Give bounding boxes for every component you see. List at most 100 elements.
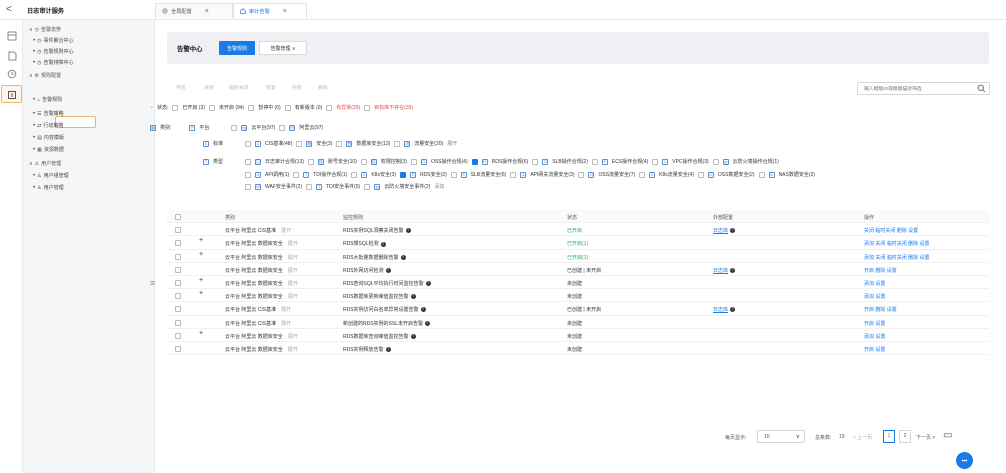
restore-button[interactable]: 恢复 bbox=[266, 84, 276, 91]
row-operations[interactable]: 添加 设置 bbox=[864, 280, 885, 287]
row-checkbox[interactable] bbox=[175, 266, 181, 273]
checkbox[interactable] bbox=[248, 104, 255, 111]
select-all-checkbox[interactable] bbox=[175, 214, 181, 220]
expand-link[interactable]: 展开 bbox=[288, 334, 298, 340]
row-checkbox[interactable] bbox=[175, 253, 181, 260]
expand-link[interactable]: 展开 bbox=[288, 268, 298, 274]
search-icon[interactable] bbox=[977, 84, 986, 93]
alert-rule-icon[interactable] bbox=[6, 89, 17, 100]
next-page-button[interactable]: 下一页 > bbox=[916, 434, 935, 441]
help-icon[interactable]: ? bbox=[385, 347, 391, 353]
sidebar-item-rule-center[interactable]: • ◷ 告警规则中心 bbox=[33, 48, 74, 56]
expand-button[interactable]: + bbox=[199, 330, 203, 337]
help-icon[interactable]: ? bbox=[385, 267, 391, 273]
row-operations[interactable]: 关闭 临时关闭 删除 设置 bbox=[864, 227, 918, 234]
page-1-button[interactable]: 1 bbox=[883, 430, 895, 443]
help-icon[interactable]: ? bbox=[380, 241, 386, 247]
tab-alert-rules[interactable]: 告警规则 bbox=[219, 41, 255, 55]
checkbox[interactable] bbox=[326, 104, 333, 111]
row-checkbox[interactable] bbox=[175, 306, 181, 313]
row-operations[interactable]: 开启 删除 设置 bbox=[864, 306, 897, 313]
prev-page-button[interactable]: < 上一页 bbox=[853, 434, 872, 441]
help-icon[interactable]: ? bbox=[730, 267, 736, 273]
expand-button[interactable]: + bbox=[199, 290, 203, 297]
close-icon[interactable]: × bbox=[205, 8, 209, 15]
expand-button[interactable]: + bbox=[199, 277, 203, 284]
help-icon[interactable]: ? bbox=[730, 307, 736, 313]
row-operations[interactable]: 开启 删除 设置 bbox=[864, 267, 897, 274]
enable-button[interactable]: 开启 bbox=[176, 84, 186, 91]
tab-global-config[interactable]: 全局配置 × bbox=[155, 3, 233, 18]
tab-audit-alert[interactable]: 审计告警 × bbox=[233, 3, 307, 18]
dashboard-icon[interactable] bbox=[6, 30, 17, 41]
checkbox[interactable] bbox=[245, 140, 252, 147]
help-icon[interactable]: ? bbox=[405, 228, 411, 234]
checkbox[interactable] bbox=[208, 104, 215, 111]
sidebar-item-resource-data[interactable]: • ▦ 资源数据 bbox=[33, 146, 64, 154]
row-checkbox[interactable] bbox=[175, 279, 181, 286]
help-icon[interactable]: ? bbox=[410, 333, 416, 339]
row-operations[interactable]: 开启 设置 bbox=[864, 320, 885, 327]
sidebar-group-alert-situation[interactable]: ∨ ◷ 告警态势 bbox=[29, 26, 61, 34]
row-operations[interactable]: 添加 设置 bbox=[864, 293, 885, 300]
sidebar-item-user-group[interactable]: • ♙ 用户组管理 bbox=[33, 172, 69, 180]
expand-button[interactable]: + bbox=[199, 251, 203, 258]
sidebar-item-alert-rules[interactable]: • ⌂ 告警规则 bbox=[33, 96, 62, 104]
chat-assistant-button[interactable] bbox=[956, 452, 973, 469]
expand-link[interactable]: 展开 bbox=[288, 241, 298, 247]
sidebar-item-alert-policy[interactable]: • ☰ 告警策略 bbox=[33, 110, 64, 118]
row-checkbox[interactable] bbox=[175, 227, 181, 234]
help-icon[interactable]: ? bbox=[730, 228, 736, 234]
checkbox[interactable] bbox=[284, 104, 291, 111]
row-operations[interactable]: 添加 关闭 临时关闭 删除 设置 bbox=[864, 240, 930, 247]
expand-link[interactable]: 展开 bbox=[288, 347, 298, 353]
expand-link[interactable]: 展开 bbox=[281, 321, 291, 327]
expand-link[interactable]: 展开 bbox=[281, 228, 291, 234]
checkbox[interactable] bbox=[394, 140, 401, 147]
checkbox[interactable] bbox=[172, 104, 179, 111]
checkbox[interactable] bbox=[231, 124, 238, 131]
help-icon[interactable]: ? bbox=[400, 254, 406, 260]
help-icon[interactable]: ? bbox=[420, 307, 426, 313]
clock-icon[interactable] bbox=[6, 68, 17, 79]
sidebar-group-user-mgmt[interactable]: ∨ ♙ 用户管理 bbox=[29, 160, 61, 168]
sidebar-item-event-center[interactable]: • ◷ 事件聚合中心 bbox=[33, 37, 74, 45]
row-checkbox[interactable] bbox=[175, 240, 181, 247]
sidebar-group-rule-config[interactable]: ∨ ⚙ 规则配置 bbox=[29, 72, 61, 80]
checkbox[interactable] bbox=[364, 104, 371, 111]
row-checkbox[interactable] bbox=[175, 332, 181, 339]
document-icon[interactable] bbox=[6, 50, 17, 61]
expand-link[interactable]: 展开 bbox=[288, 281, 298, 287]
alert-manage-dropdown[interactable]: 告警管理 ∨ bbox=[259, 41, 307, 55]
row-checkbox[interactable] bbox=[175, 293, 181, 300]
back-button[interactable]: < bbox=[6, 4, 12, 15]
temp-disable-button[interactable]: 临时关闭 bbox=[229, 84, 248, 91]
config-link[interactable]: 日志库 bbox=[713, 307, 728, 313]
row-checkbox[interactable] bbox=[175, 319, 181, 326]
expand-link[interactable]: 展开 bbox=[281, 307, 291, 313]
feedback-icon[interactable]: ▭ bbox=[943, 430, 952, 441]
search-input[interactable] bbox=[864, 85, 974, 93]
sidebar-item-users[interactable]: • ♙ 用户管理 bbox=[33, 184, 64, 192]
sidebar-item-content-template[interactable]: • ▤ 内容模版 bbox=[33, 134, 64, 142]
page-size-select[interactable]: 10 ∨ bbox=[757, 430, 805, 443]
sidebar-item-troubleshoot-center[interactable]: • ◷ 告警排障中心 bbox=[33, 59, 74, 67]
help-icon[interactable]: ? bbox=[410, 294, 416, 300]
config-link[interactable]: 日志库 bbox=[713, 228, 728, 234]
expand-link[interactable]: 展开 bbox=[288, 294, 298, 300]
delete-button[interactable]: 删除 bbox=[318, 84, 328, 91]
row-operations[interactable]: 添加 设置 bbox=[864, 333, 885, 340]
help-icon[interactable]: ? bbox=[425, 281, 431, 287]
close-icon[interactable]: × bbox=[283, 8, 287, 15]
checkbox[interactable] bbox=[336, 140, 343, 147]
config-link[interactable]: 日志库 bbox=[713, 268, 728, 274]
upgrade-button[interactable]: 升级 bbox=[292, 84, 302, 91]
expand-button[interactable]: + bbox=[199, 237, 203, 244]
expand-link[interactable]: 展开 bbox=[288, 255, 298, 261]
row-operations[interactable]: 开启 设置 bbox=[864, 346, 885, 353]
disable-button[interactable]: 关闭 bbox=[204, 84, 214, 91]
checkbox[interactable] bbox=[279, 124, 286, 131]
row-checkbox[interactable] bbox=[175, 345, 181, 352]
row-operations[interactable]: 添加 关闭 临时关闭 删除 设置 bbox=[864, 254, 930, 261]
checkbox[interactable] bbox=[296, 140, 303, 147]
